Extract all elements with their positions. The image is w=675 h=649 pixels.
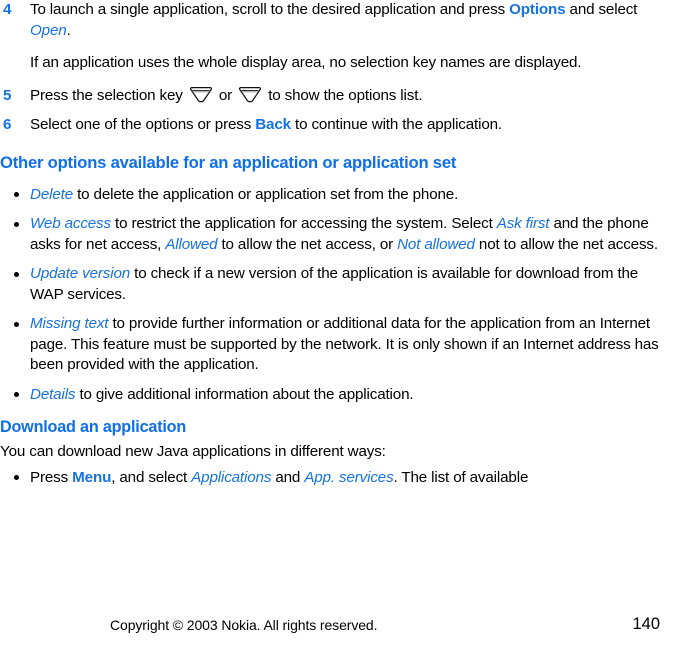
- list-item: Details to give additional information a…: [0, 385, 675, 406]
- bullet-icon: [14, 271, 19, 277]
- ui-menu-label: Delete: [30, 185, 74, 203]
- list-item: Delete to delete the application or appl…: [0, 185, 675, 206]
- ui-menu-label: Not allowed: [397, 235, 475, 253]
- ui-menu-label: Allowed: [165, 235, 218, 253]
- text-run: to show the options list.: [264, 86, 423, 104]
- step-number: 4: [3, 1, 12, 18]
- bullet-icon: [14, 221, 19, 227]
- ui-menu-label: Details: [30, 385, 76, 403]
- text-run: or: [214, 86, 237, 104]
- step-item-4: 4 To launch a single application, scroll…: [0, 0, 675, 41]
- bullet-icon: [14, 392, 19, 397]
- ui-menu-label: Web access: [30, 215, 111, 232]
- intro-paragraph: You can download new Java applications i…: [0, 442, 675, 463]
- subsection-heading: Download an application: [0, 417, 675, 437]
- step-text: Press the selection key or to show the o…: [30, 86, 675, 107]
- list-item-text: Delete to delete the application or appl…: [30, 186, 458, 203]
- section-heading: Other options available for an applicati…: [0, 153, 675, 173]
- list-item-text: Press Menu, and select Applications and …: [30, 469, 528, 486]
- text-run: Select one of the options or press: [30, 116, 256, 133]
- text-run: Other options available for an applicati…: [0, 152, 457, 172]
- step-text: Select one of the options or press Back …: [30, 115, 675, 136]
- text-run: Press the selection key: [30, 86, 187, 104]
- text-run: .: [66, 21, 71, 39]
- text-run: and select: [565, 1, 642, 18]
- list-item: Update version to check if a new version…: [0, 264, 675, 305]
- text-run: to continue with the application.: [290, 116, 502, 133]
- ui-key-label: Menu: [72, 468, 112, 486]
- text-run: to allow the net access, or: [217, 235, 398, 253]
- step-number: 6: [3, 116, 12, 133]
- text-run: Download an application: [0, 418, 187, 436]
- page-content: 4 To launch a single application, scroll…: [0, 0, 675, 488]
- step-text: To launch a single application, scroll t…: [30, 0, 675, 41]
- text-run: to provide further information or additi…: [30, 315, 663, 373]
- subsection-heading-text: Download an application: [0, 418, 186, 436]
- ui-menu-label: App. services: [304, 468, 394, 486]
- text-run: to delete the application or application…: [73, 185, 459, 203]
- ui-menu-label: Open: [30, 21, 67, 39]
- text-run: To launch a single application, scroll t…: [30, 1, 510, 18]
- text-run: Press: [30, 468, 73, 486]
- ui-menu-label: Update version: [30, 265, 131, 282]
- bullet-icon: [14, 192, 19, 197]
- list-item: Missing text to provide further informat…: [0, 314, 675, 376]
- intro-text: You can download new Java applications i…: [0, 443, 386, 460]
- ui-key-label: Back: [255, 116, 291, 133]
- document-page: 4 To launch a single application, scroll…: [0, 0, 675, 649]
- ui-menu-label: Missing text: [30, 315, 109, 332]
- list-item-text: Missing text to provide further informat…: [30, 315, 663, 373]
- list-item: Press Menu, and select Applications and …: [0, 468, 675, 489]
- page-number: 140: [632, 615, 660, 633]
- note-paragraph: If an application uses the whole display…: [0, 53, 675, 74]
- list-item-text: Web access to restrict the application f…: [30, 215, 658, 253]
- ui-menu-label: Ask first: [496, 215, 550, 232]
- text-run: You can download new Java applications i…: [0, 443, 386, 460]
- text-run: , and select: [111, 468, 192, 486]
- list-item: Web access to restrict the application f…: [0, 214, 675, 255]
- text-run: . The list of available: [393, 468, 529, 486]
- section-heading-text: Other options available for an applicati…: [0, 153, 456, 172]
- selection-key-icon: [189, 86, 213, 103]
- page-footer: Copyright © 2003 Nokia. All rights reser…: [0, 615, 675, 635]
- ui-menu-label: Applications: [191, 468, 272, 486]
- note-text: If an application uses the whole display…: [30, 54, 582, 71]
- selection-key-icon: [238, 86, 262, 103]
- bullet-icon: [14, 321, 19, 327]
- step-item-6: 6 Select one of the options or press Bac…: [0, 115, 675, 136]
- text-run: to restrict the application for accessin…: [110, 215, 497, 232]
- text-run: and: [271, 468, 305, 486]
- text-run: to give additional information about the…: [75, 385, 414, 403]
- text-run: If an application uses the whole display…: [30, 54, 582, 71]
- list-item-text: Details to give additional information a…: [30, 385, 414, 403]
- step-number: 5: [3, 86, 12, 104]
- bullet-icon: [14, 475, 19, 480]
- step-item-5: 5 Press the selection key or to show the…: [0, 86, 675, 107]
- ui-key-label: Options: [509, 1, 566, 18]
- list-item-text: Update version to check if a new version…: [30, 265, 642, 303]
- copyright-text: Copyright © 2003 Nokia. All rights reser…: [110, 617, 378, 633]
- text-run: not to allow the net access.: [474, 235, 658, 253]
